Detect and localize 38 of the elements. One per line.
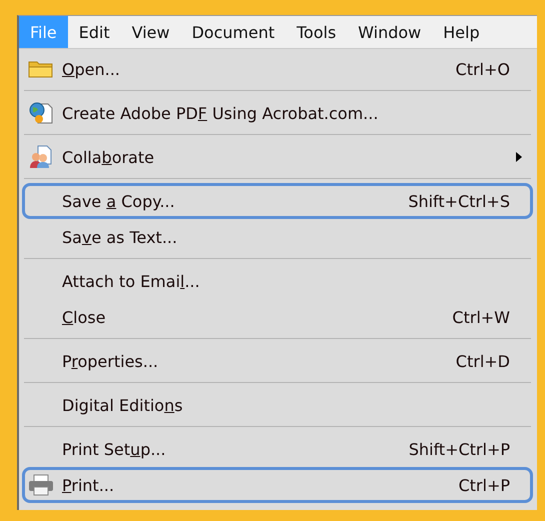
menu-item-label: Print Setup...: [62, 440, 167, 458]
menu-item[interactable]: Print Setup... Shift+Ctrl+P: [22, 431, 533, 467]
menu-item-label: Print...: [62, 476, 116, 494]
globe-document-icon: [28, 101, 54, 125]
menu-item-label: Create Adobe PDF Using Acrobat.com...: [62, 104, 380, 122]
menu-item[interactable]: Properties... Ctrl+D: [22, 343, 533, 379]
menu-item-label: Save a Copy...: [62, 192, 176, 210]
menu-bar-item[interactable]: Tools: [286, 16, 348, 48]
printer-icon: [28, 473, 54, 497]
menu-item[interactable]: Print... Ctrl+P: [22, 467, 533, 503]
menu-bar-item[interactable]: Window: [347, 16, 432, 48]
menu-bar-item[interactable]: Edit: [68, 16, 121, 48]
menu-item-label: Attach to Email...: [62, 272, 201, 290]
menu-item[interactable]: Digital Editions: [22, 387, 533, 423]
menu-item[interactable]: Close Ctrl+W: [22, 299, 533, 335]
menu-bar-item[interactable]: View: [120, 16, 181, 48]
menu-bar-item[interactable]: Document: [180, 16, 286, 48]
menu-item[interactable]: Open... Ctrl+O: [22, 51, 533, 87]
menu-item-label: Properties...: [62, 352, 160, 370]
menu-item-label: Open...: [62, 60, 121, 78]
menu-item-label: Collaborate: [62, 148, 156, 166]
shortcut-label: Ctrl+O: [456, 60, 510, 78]
menu-bar-item[interactable]: Help: [432, 16, 491, 48]
shortcut-label: Ctrl+P: [458, 476, 510, 494]
menu-item[interactable]: Collaborate: [22, 139, 533, 175]
people-document-icon: [28, 145, 54, 169]
shortcut-label: Ctrl+W: [452, 308, 510, 326]
menu-item[interactable]: Attach to Email...: [22, 263, 533, 299]
shortcut-label: Shift+Ctrl+S: [408, 192, 510, 210]
shortcut-label: Ctrl+D: [456, 352, 510, 370]
menu-item-label: Save as Text...: [62, 228, 178, 246]
menu-item[interactable]: Save as Text...: [22, 219, 533, 255]
menu-item-label: Close: [62, 308, 107, 326]
menu-item[interactable]: Create Adobe PDF Using Acrobat.com...: [22, 95, 533, 131]
menu-item-label: Digital Editions: [62, 396, 184, 414]
folder-icon: [28, 59, 54, 79]
shortcut-label: Shift+Ctrl+P: [408, 440, 510, 458]
menu-item[interactable]: Save a Copy... Shift+Ctrl+S: [22, 183, 533, 219]
